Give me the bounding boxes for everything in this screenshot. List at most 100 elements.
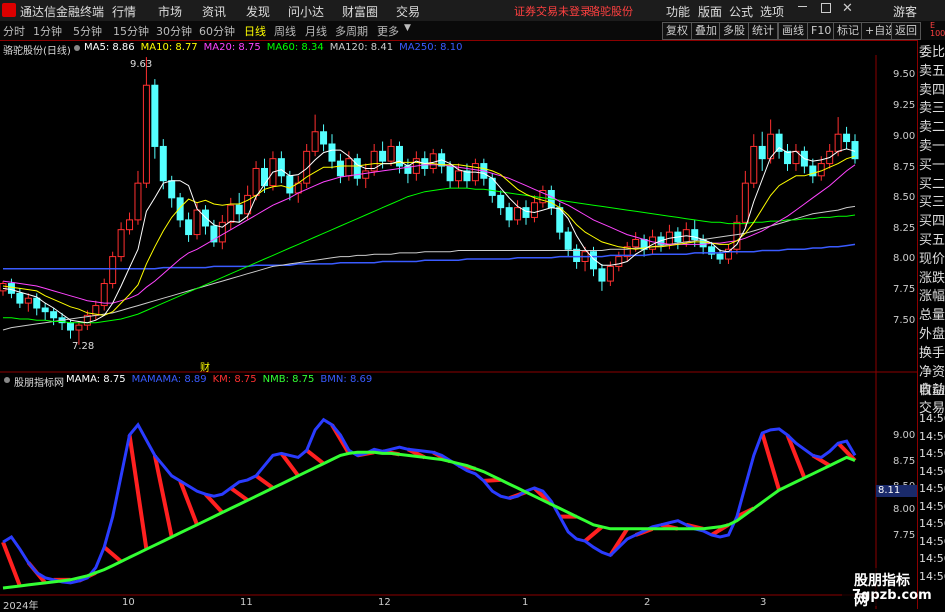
finance-event-marker[interactable]: 财: [200, 359, 210, 374]
minimize-icon[interactable]: [798, 6, 807, 7]
top-menu-bar: 通达信金融终端 行情 市场 资讯 发现 问小达 财富圈 交易 证券交易未登录 骆…: [0, 0, 945, 22]
chevron-down-icon[interactable]: ▼: [404, 23, 411, 33]
candle-body: [741, 182, 749, 223]
candle-body: [142, 84, 150, 184]
sub-y-tick: 8.75: [893, 456, 916, 467]
period-monthly[interactable]: 月线: [305, 23, 327, 39]
x-label: 1: [522, 597, 529, 608]
menu-news[interactable]: 资讯: [202, 3, 226, 20]
x-label: 3: [760, 597, 767, 608]
stock-link[interactable]: 骆驼股份: [589, 3, 633, 19]
side-time: 14:56: [919, 499, 945, 513]
candle-body: [16, 292, 24, 304]
candle-body: [24, 297, 32, 304]
draw-line-button[interactable]: 画线: [778, 22, 808, 40]
menu-trade[interactable]: 交易: [396, 3, 420, 20]
maximize-icon[interactable]: [821, 3, 831, 13]
side-field-label: 现价: [919, 251, 945, 267]
menu-formula[interactable]: 公式: [729, 3, 753, 20]
menu-assistant[interactable]: 问小达: [288, 3, 324, 20]
indicator-red-bar: [127, 434, 149, 550]
candle-body: [784, 150, 792, 165]
period-15min[interactable]: 15分钟: [113, 23, 149, 39]
menu-function[interactable]: 功能: [666, 3, 690, 20]
period-more[interactable]: 更多: [377, 23, 399, 39]
side-time: 14:56: [919, 569, 945, 583]
candle-body: [66, 322, 74, 331]
side-time: 14:56: [919, 482, 945, 495]
period-daily[interactable]: 日线: [244, 23, 266, 39]
side-field-label: 买四: [919, 214, 945, 230]
f10-button[interactable]: F10: [807, 22, 836, 40]
menu-wealth[interactable]: 财富圈: [342, 3, 378, 20]
candle-body: [505, 207, 513, 221]
adjust-button[interactable]: 复权: [662, 22, 692, 40]
watermark: 股朋指标网 7gpzb.com: [842, 568, 932, 609]
menu-market[interactable]: 市场: [158, 3, 182, 20]
indicator-red-bar: [254, 474, 275, 490]
candle-body: [446, 165, 454, 182]
x-label: 10: [122, 597, 135, 608]
side-field-label: 买三: [919, 195, 945, 211]
candle-body: [851, 141, 859, 160]
side-time: 14:56: [919, 517, 945, 530]
period-intraday[interactable]: 分时: [3, 23, 25, 39]
period-multi[interactable]: 多周期: [335, 23, 368, 39]
indicator-red-bar: [102, 545, 123, 564]
overlay-button[interactable]: 叠加: [691, 22, 721, 40]
y-tick: 8.25: [893, 223, 916, 234]
indicator-pane: [1, 417, 857, 590]
candle-body: [716, 253, 724, 260]
stats-button[interactable]: 统计: [748, 22, 778, 40]
x-label: 11: [240, 597, 253, 608]
multi-stock-button[interactable]: 多股: [719, 22, 749, 40]
candle-body: [530, 202, 538, 218]
candle-body: [336, 160, 344, 177]
candle-body: [0, 283, 7, 292]
side-field-label: 卖四: [919, 82, 945, 98]
side-field-label: 总量: [919, 308, 945, 324]
menu-discover[interactable]: 发现: [246, 3, 270, 20]
y-tick: 7.50: [893, 315, 916, 326]
x-label: 2024年: [3, 601, 39, 612]
x-label: 12: [378, 597, 391, 608]
period-30min[interactable]: 30分钟: [156, 23, 192, 39]
side-time: 14:56: [919, 552, 945, 565]
sub-y-tick: 9.00: [893, 430, 916, 441]
candle-body: [50, 311, 58, 319]
candle-body: [345, 158, 353, 177]
period-weekly[interactable]: 周线: [274, 23, 296, 39]
candle-body: [750, 145, 758, 184]
close-icon[interactable]: ✕: [842, 1, 853, 16]
indicator-green-line: [2, 450, 856, 590]
candle-body: [564, 231, 572, 250]
app-name: 通达信金融终端: [20, 5, 105, 19]
indicator-red-bar: [229, 486, 249, 502]
indicator-settings-icon[interactable]: [4, 377, 10, 383]
period-1min[interactable]: 1分钟: [33, 23, 62, 39]
candle-body: [615, 256, 623, 267]
indicator-legend-item: MAMA: 8.75: [66, 374, 126, 385]
side-field-label: 买五: [919, 232, 945, 248]
indicator-legend-item: BMN: 8.69: [320, 374, 373, 385]
side-sub-label[interactable]: 自动: [919, 382, 945, 400]
trade-login-notice[interactable]: 证券交易未登录: [514, 3, 591, 19]
kline-chart[interactable]: [0, 40, 917, 609]
period-60min[interactable]: 60分钟: [199, 23, 235, 39]
menu-layout[interactable]: 版面: [698, 3, 722, 20]
ma5-line: [2, 147, 856, 324]
menu-quotes[interactable]: 行情: [112, 3, 136, 20]
y-tick: 8.50: [893, 192, 916, 203]
menu-options[interactable]: 选项: [760, 3, 784, 20]
back-button[interactable]: 返回: [891, 22, 921, 40]
indicator-red-bar: [760, 432, 781, 491]
indicator-title: 股朋指标网: [14, 378, 64, 389]
candle-body: [126, 219, 134, 231]
period-5min[interactable]: 5分钟: [73, 23, 102, 39]
side-time: 14:56: [919, 412, 945, 425]
candle-body: [261, 167, 269, 187]
guest-label[interactable]: 游客: [893, 3, 917, 20]
side-top-label: E1000: [930, 21, 945, 38]
mark-button[interactable]: 标记: [833, 22, 863, 40]
candle-body: [758, 145, 766, 160]
